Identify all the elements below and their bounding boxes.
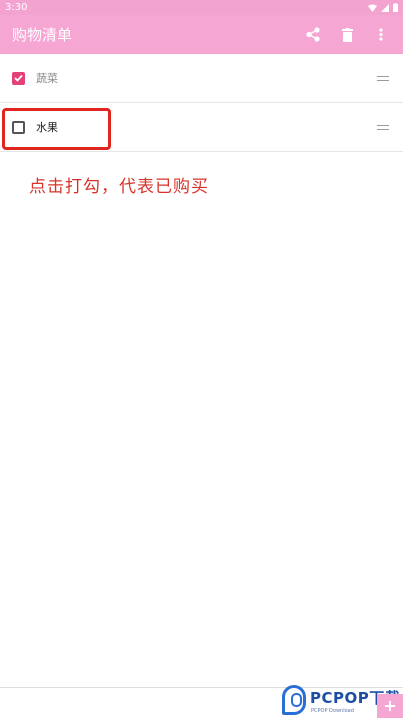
drag-handle-icon[interactable]: [377, 75, 389, 81]
item-checkbox[interactable]: [12, 120, 25, 134]
wifi-icon: [368, 4, 377, 12]
app-bar: 购物清单: [0, 15, 403, 54]
pcpop-logo-icon: [282, 685, 306, 715]
item-label: 水果: [36, 121, 58, 134]
app-bar-actions: [305, 26, 391, 44]
delete-icon: [341, 27, 353, 42]
share-button[interactable]: [305, 26, 321, 44]
item-checkbox-checked[interactable]: [12, 71, 25, 85]
annotation-text: 点击打勾，代表已购买: [29, 177, 209, 197]
watermark-brand-name: PCPOP: [310, 689, 370, 707]
more-options-button[interactable]: [373, 26, 389, 44]
share-icon: [306, 27, 320, 42]
list-item[interactable]: 水果: [0, 103, 403, 152]
delete-button[interactable]: [339, 26, 355, 44]
page-title: 购物清单: [12, 26, 73, 44]
add-icon: [385, 701, 395, 711]
status-time: 3:30: [5, 2, 28, 13]
shopping-list: 蔬菜 水果: [0, 54, 403, 152]
item-label: 蔬菜: [36, 72, 58, 85]
watermark: PCPOP下载 PCPOP Download: [280, 683, 403, 720]
drag-handle-icon[interactable]: [377, 124, 389, 130]
signal-icon: [381, 3, 389, 12]
list-item[interactable]: 蔬菜: [0, 54, 403, 103]
battery-icon: [393, 3, 398, 12]
watermark-subtext: PCPOP Download: [311, 708, 354, 714]
check-icon: [14, 74, 23, 82]
more-vert-icon: [379, 28, 383, 41]
status-bar: 3:30: [0, 0, 403, 15]
status-icons: [368, 3, 398, 12]
add-button[interactable]: [377, 694, 403, 718]
